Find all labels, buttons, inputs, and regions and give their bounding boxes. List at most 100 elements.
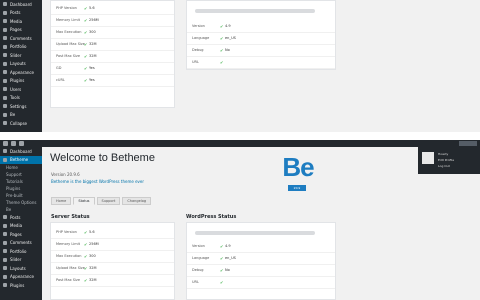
- sidebar-item-posts[interactable]: Posts: [0, 9, 42, 18]
- sidebar-item-label: Posts: [10, 10, 21, 16]
- avatar: [422, 152, 434, 164]
- sidebar-item-dashboard[interactable]: Dashboard: [0, 147, 42, 156]
- tab-support[interactable]: Support: [96, 197, 121, 205]
- sidebar-item-label: Appearance: [10, 69, 35, 75]
- sidebar-item-posts[interactable]: Posts: [0, 213, 42, 222]
- sidebar-item-media[interactable]: Media: [0, 222, 42, 231]
- edit-profile-link[interactable]: Edit Profile: [438, 158, 454, 162]
- status-value: 32M: [89, 266, 97, 270]
- sidebar-item-plugins[interactable]: Plugins: [0, 185, 42, 192]
- sidebar-item-portfolio[interactable]: Portfolio: [0, 247, 42, 256]
- status-value: 4.9: [225, 24, 231, 28]
- page-title: Welcome to Betheme: [50, 152, 155, 164]
- sidebar-item-label: Layouts: [10, 265, 26, 271]
- status-label: Memory Limit: [56, 18, 81, 22]
- sidebar-item-tutorials[interactable]: Tutorials: [0, 178, 42, 185]
- menu-icon: [3, 266, 7, 271]
- sidebar-item-slider[interactable]: Slider: [0, 51, 42, 60]
- status-label: PHP Version: [56, 230, 77, 234]
- wordpress-status-title: WordPress Status: [186, 214, 237, 220]
- menu-icon: [3, 257, 7, 262]
- menu-icon: [3, 61, 7, 66]
- status-row: Upload Max Size ✔ 32M: [51, 263, 174, 275]
- sidebar-item-appearance[interactable]: Appearance: [0, 68, 42, 77]
- sidebar-item-comments[interactable]: Comments: [0, 34, 42, 43]
- status-label: Upload Max Size: [56, 42, 85, 46]
- status-label: Max Execution: [56, 254, 82, 258]
- sidebar-item-appearance[interactable]: Appearance: [0, 273, 42, 282]
- sidebar-item-label: Portfolio: [10, 44, 27, 50]
- sidebar-item-dashboard[interactable]: Dashboard: [0, 0, 42, 9]
- sidebar-item-label: Plugins: [10, 282, 25, 288]
- check-icon: ✔: [220, 24, 224, 29]
- betheme-logo: Be: [282, 151, 314, 182]
- sidebar-item-betheme[interactable]: Betheme: [0, 155, 42, 164]
- sidebar-item-layouts[interactable]: Layouts: [0, 264, 42, 273]
- status-row: Post Max Size ✔ 32M: [51, 275, 174, 287]
- sidebar-item-label: Be: [6, 207, 12, 212]
- comments-icon[interactable]: [19, 141, 24, 146]
- sidebar-item-label: Media: [10, 223, 23, 229]
- status-value: Yes: [89, 78, 95, 82]
- status-row: Max Execution ✔ 300: [51, 251, 174, 263]
- theme-tagline[interactable]: Betheme is the biggest WordPress theme e…: [51, 179, 144, 184]
- check-icon: ✔: [84, 42, 88, 47]
- sidebar-item-pages[interactable]: Pages: [0, 230, 42, 239]
- home-icon[interactable]: [11, 141, 16, 146]
- sidebar-item-layouts[interactable]: Layouts: [0, 60, 42, 69]
- check-icon: ✔: [84, 78, 88, 83]
- menu-icon: [3, 121, 7, 126]
- status-row: PHP Version ✔ 5.6: [51, 227, 174, 239]
- howdy-label: Howdy: [438, 152, 449, 156]
- status-value: 5.6: [89, 230, 95, 234]
- status-row: Version ✔ 4.9: [187, 241, 335, 253]
- status-value: 300: [89, 254, 96, 258]
- check-icon: ✔: [220, 48, 224, 53]
- menu-icon: [3, 215, 7, 220]
- sidebar-item-plugins[interactable]: Plugins: [0, 281, 42, 290]
- sidebar-item-collapse[interactable]: Collapse: [0, 119, 42, 128]
- check-icon: ✔: [220, 256, 224, 261]
- sidebar-item-settings[interactable]: Settings: [0, 102, 42, 111]
- sidebar-item-pre-built[interactable]: Pre-built: [0, 192, 42, 199]
- wordpress-icon[interactable]: [3, 141, 8, 146]
- sidebar-item-label: Posts: [10, 214, 21, 220]
- tab-status[interactable]: Status: [73, 197, 95, 205]
- sidebar-item-tools[interactable]: Tools: [0, 94, 42, 103]
- check-icon: ✔: [84, 230, 88, 235]
- sidebar-item-portfolio[interactable]: Portfolio: [0, 43, 42, 52]
- server-status-card: PHP Version ✔ 5.6 Memory Limit ✔ 256M Max Exec…: [50, 222, 175, 300]
- menu-icon: [3, 249, 7, 254]
- sidebar-item-plugins[interactable]: Plugins: [0, 77, 42, 86]
- admin-bar: [0, 140, 480, 147]
- sidebar-item-media[interactable]: Media: [0, 17, 42, 26]
- sidebar-item-be[interactable]: Be: [0, 111, 42, 120]
- tab-home[interactable]: Home: [51, 197, 72, 205]
- sidebar-item-label: Slider: [10, 52, 22, 58]
- sidebar-item-pages[interactable]: Pages: [0, 26, 42, 35]
- status-row: Language ✔ en_US: [187, 253, 335, 265]
- sidebar-item-home[interactable]: Home: [0, 164, 42, 171]
- sidebar-item-slider[interactable]: Slider: [0, 256, 42, 265]
- menu-icon: [3, 283, 7, 288]
- menu-icon: [3, 149, 7, 154]
- status-label: Language: [192, 256, 210, 260]
- sidebar-item-support[interactable]: Support: [0, 171, 42, 178]
- sidebar-item-theme-options[interactable]: Theme Options: [0, 199, 42, 206]
- top-screenshot-panel: Dashboard Posts Media Pages Comments Portfoli…: [0, 0, 480, 132]
- log-out-link[interactable]: Log Out: [438, 164, 450, 168]
- sidebar-item-users[interactable]: Users: [0, 85, 42, 94]
- check-icon: ✔: [84, 18, 88, 23]
- sidebar-item-be[interactable]: Be: [0, 206, 42, 213]
- status-row: URL ✔: [187, 277, 335, 289]
- sidebar-item-comments[interactable]: Comments: [0, 239, 42, 248]
- sidebar-item-label: Theme Options: [6, 200, 37, 205]
- check-icon: ✔: [84, 66, 88, 71]
- menu-icon: [3, 2, 7, 7]
- user-dropdown: Howdy Edit Profile Log Out: [418, 146, 480, 174]
- tab-changelog[interactable]: Changelog: [122, 197, 152, 205]
- status-value: 32M: [89, 278, 97, 282]
- sidebar-item-label: Users: [10, 86, 22, 92]
- status-label: Upload Max Size: [56, 266, 85, 270]
- menu-icon: [3, 87, 7, 92]
